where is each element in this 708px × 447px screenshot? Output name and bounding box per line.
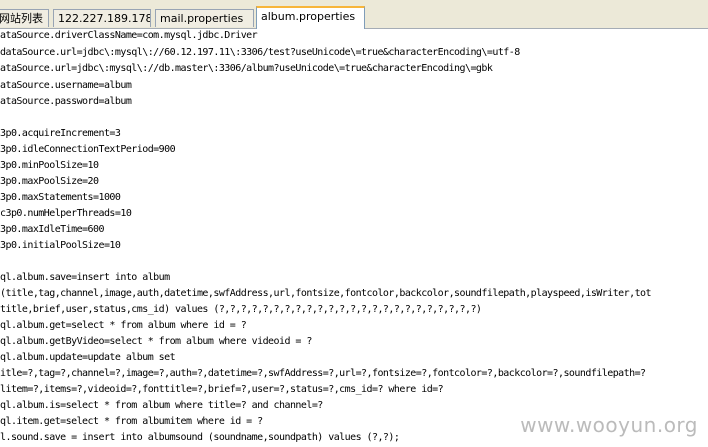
code-line: ql.album.is=select * from album where ti… [0,400,323,411]
code-line: 3p0.acquireIncrement=3 [0,128,121,139]
code-line: ql.album.save=insert into album [0,272,170,283]
code-line: ql.album.update=update album set [0,352,176,363]
code-line: ataSource.username=album [0,80,132,91]
tab-mail-properties[interactable]: mail.properties [155,9,254,27]
code-line: 3p0.minPoolSize=10 [0,160,99,171]
code-line: 3p0.idleConnectionTextPeriod=900 [0,144,176,155]
code-line: (title,tag,channel,image,auth,datetime,s… [0,288,652,299]
code-line: 3p0.maxPoolSize=20 [0,176,99,187]
code-line: 3p0.maxIdleTime=600 [0,224,105,235]
code-line: 3p0.maxStatements=1000 [0,192,121,203]
code-line: 3p0.initialPoolSize=10 [0,240,121,251]
tab-site-list[interactable]: 网站列表 [0,9,49,27]
code-line: ataSource.url=jdbc\:mysql\://db.master\:… [0,63,493,74]
code-line: ataSource.password=album [0,96,132,107]
code-line: c3p0.numHelperThreads=10 [0,208,132,219]
code-line: litem=?,items=?,videoid=?,fonttitle=?,br… [0,384,444,395]
tab-bar: 网站列表 122.227.189.178 mail.properties alb… [0,0,708,29]
code-line: dataSource.url=jdbc\:mysql\://60.12.197.… [0,47,520,58]
code-line: ataSource.driverClassName=com.mysql.jdbc… [0,30,258,41]
tab-album-properties[interactable]: album.properties [256,6,365,29]
editor-text-area[interactable]: ataSource.driverClassName=com.mysql.jdbc… [0,29,708,447]
code-line: ql.album.getByVideo=select * from album … [0,336,312,347]
watermark: www.wooyun.org [520,413,698,437]
tab-remote-host[interactable]: 122.227.189.178 [53,9,151,27]
code-line: ql.album.get=select * from album where i… [0,320,247,331]
code-line: title,brief,user,status,cms_id) values (… [0,304,482,315]
code-line: itle=?,tag=?,channel=?,image=?,auth=?,da… [0,368,646,379]
